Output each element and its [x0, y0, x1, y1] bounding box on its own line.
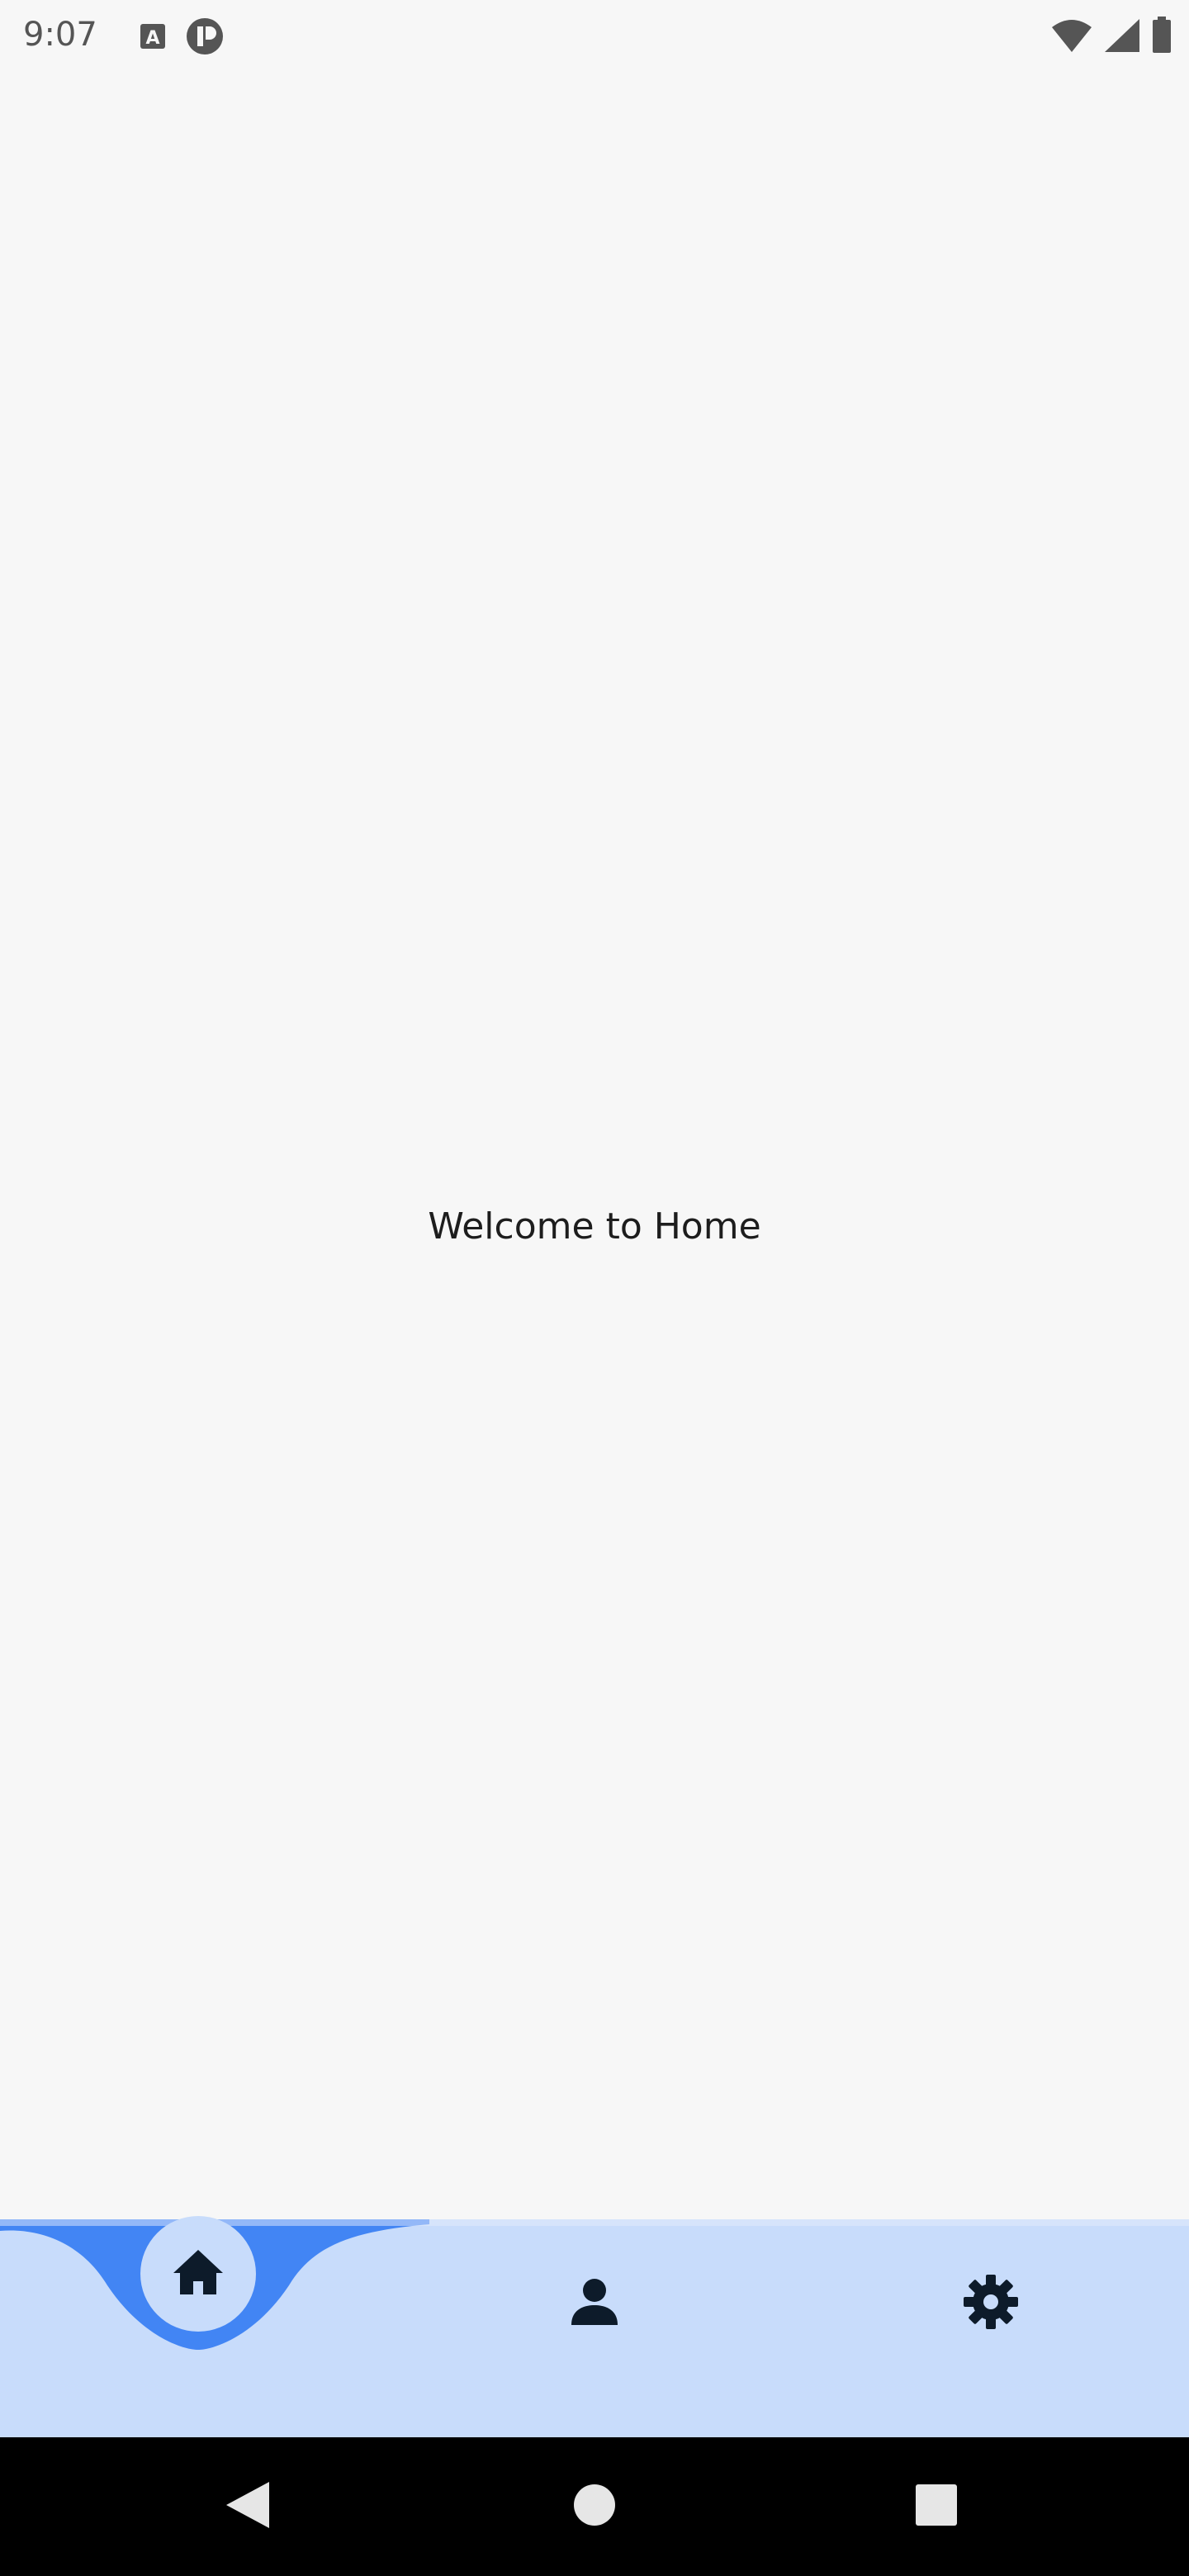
system-recents-button[interactable] — [900, 2470, 973, 2543]
welcome-text: Welcome to Home — [428, 1205, 761, 1248]
nav-home-button[interactable] — [140, 2216, 256, 2332]
text-a-icon: A — [139, 22, 167, 54]
gear-icon — [962, 2273, 1020, 2334]
system-navigation-bar — [0, 2437, 1189, 2576]
cell-signal-icon — [1103, 17, 1141, 57]
main-content: Welcome to Home — [0, 69, 1189, 2219]
svg-text:A: A — [145, 28, 159, 49]
status-time: 9:07 — [23, 16, 97, 54]
person-icon — [570, 2277, 619, 2330]
status-right-icons — [1050, 17, 1172, 58]
status-bar: 9:07 A — [0, 0, 1189, 69]
system-back-button[interactable] — [211, 2470, 284, 2543]
nav-settings-button[interactable] — [941, 2254, 1040, 2353]
system-home-button[interactable] — [558, 2470, 631, 2543]
wifi-icon — [1050, 17, 1093, 57]
back-icon — [225, 2480, 271, 2533]
app-notification-icon — [185, 17, 225, 59]
status-left-icons: A — [139, 17, 225, 59]
nav-profile-button[interactable] — [545, 2254, 644, 2353]
recents-icon — [914, 2483, 959, 2531]
home-circle-icon — [572, 2483, 617, 2531]
home-icon — [172, 2248, 225, 2299]
battery-icon — [1151, 17, 1172, 58]
